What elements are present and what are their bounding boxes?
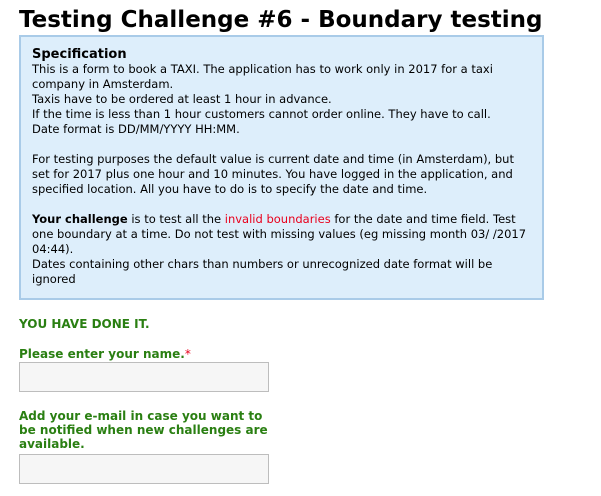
name-input[interactable]: [19, 362, 269, 392]
challenge-text-pre: is to test all the: [127, 212, 225, 226]
specification-heading: Specification: [32, 47, 127, 62]
spec-testing-purposes: For testing purposes the default value i…: [32, 152, 514, 196]
specification-box: Specification This is a form to book a T…: [19, 35, 544, 300]
spec-line-4: Date format is DD/MM/YYYY HH:MM.: [32, 122, 240, 136]
challenge-highlight: invalid boundaries: [224, 212, 331, 226]
email-label: Add your e-mail in case you want to be n…: [19, 409, 268, 451]
required-marker: *: [184, 347, 191, 361]
spec-line-1: This is a form to book a TAXI. The appli…: [32, 62, 493, 91]
spec-challenge: Your challenge is to test all the invali…: [32, 212, 527, 257]
email-input[interactable]: [19, 454, 269, 484]
spec-line-3: If the time is less than 1 hour customer…: [32, 107, 491, 121]
page-title: Testing Challenge #6 - Boundary testing: [19, 7, 543, 33]
challenge-label: Your challenge: [32, 212, 128, 226]
name-label-text: Please enter your name.: [19, 347, 185, 361]
spec-date-format-note: Dates containing other chars than number…: [32, 257, 493, 286]
success-message: YOU HAVE DONE IT.: [19, 317, 150, 331]
spec-line-2: Taxis have to be ordered at least 1 hour…: [32, 92, 332, 106]
name-label: Please enter your name.*: [19, 347, 191, 361]
